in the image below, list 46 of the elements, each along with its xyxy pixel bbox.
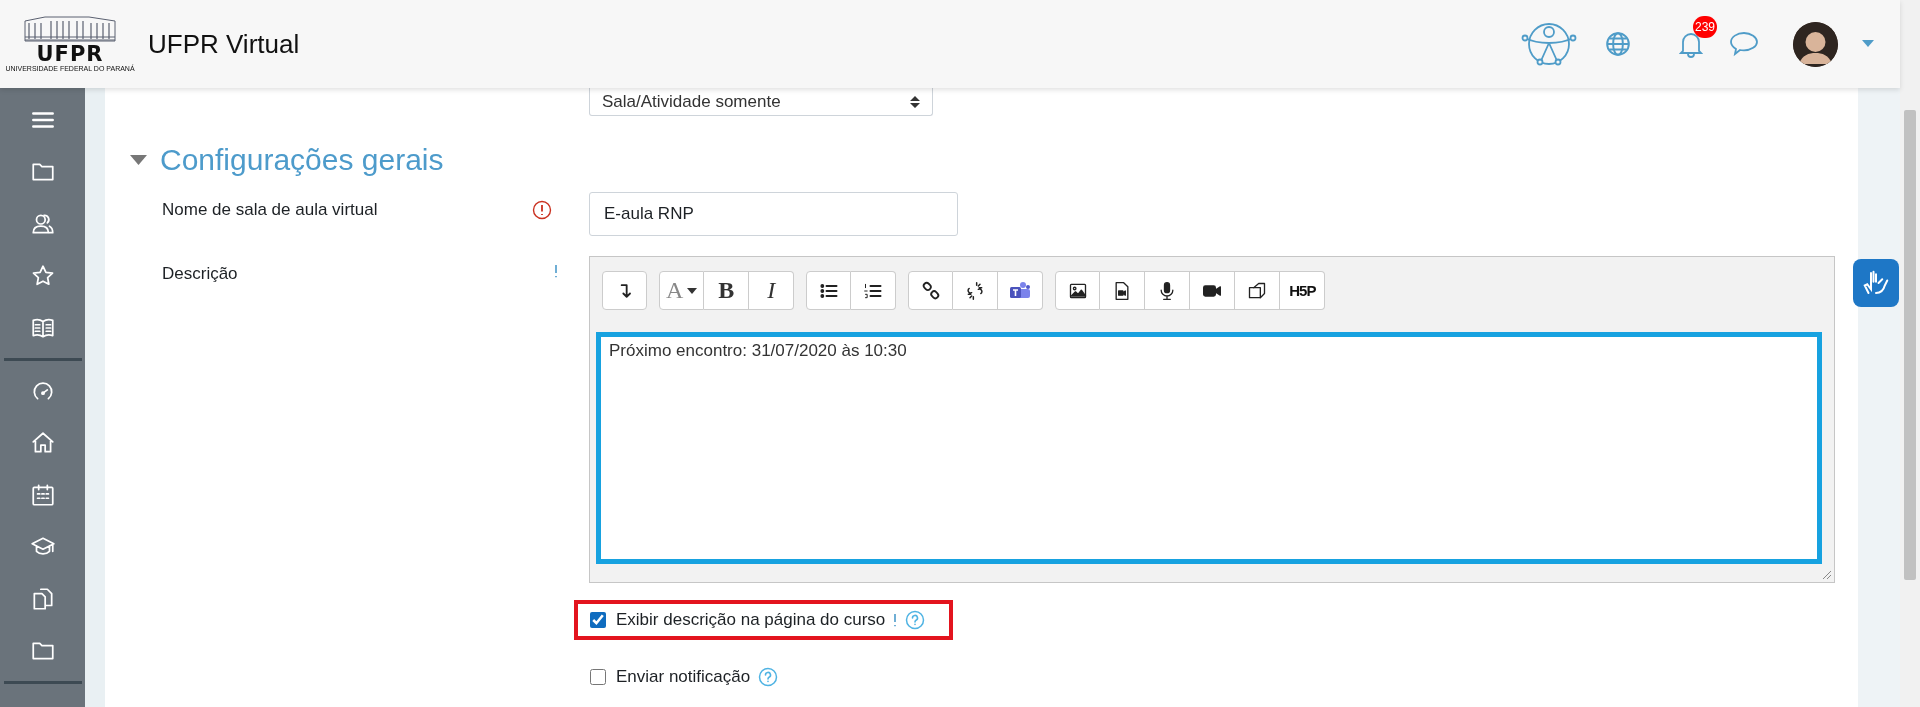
bell-icon[interactable] [1679,30,1703,58]
media-button[interactable] [1100,271,1146,310]
checkbox-label[interactable]: Enviar notificação [616,667,751,687]
collapse-button[interactable] [602,271,647,310]
teams-icon [1009,280,1032,301]
field-label: Descrição [162,263,239,284]
editor-area[interactable]: Próximo encontro: 31/07/2020 às 10:30 [596,332,1822,564]
font-color-button[interactable]: A [659,271,705,310]
scrollbar-thumb[interactable] [1904,110,1916,580]
resize-handle-icon[interactable] [1822,570,1832,580]
italic-button[interactable]: I [749,271,795,310]
user-avatar[interactable] [1793,21,1838,67]
numbered-list-button[interactable] [851,271,897,310]
sign-language-button[interactable] [1853,259,1899,307]
updown-icon [910,94,920,109]
logo-wordmark: UFPR [36,43,104,65]
record-audio-button[interactable] [1145,271,1191,310]
instance-type-select[interactable]: Sala/Atividade somente [589,88,933,116]
calendar-icon [29,482,56,508]
checkbox[interactable] [590,669,606,685]
name-field[interactable]: E-aula RNP [589,192,958,236]
exclamation-icon [554,264,558,278]
bold-button[interactable]: B [704,271,750,310]
globe-icon[interactable] [1605,31,1631,57]
chat-bubble-icon[interactable] [1729,31,1759,57]
collapse-caret-icon[interactable] [130,155,147,165]
chain-link-icon [920,280,941,301]
broken-link-icon [965,280,986,301]
h5p-button[interactable]: H5P [1280,271,1326,310]
unlink-button[interactable] [953,271,999,310]
image-button[interactable] [1055,271,1101,310]
users-icon [29,211,56,237]
teams-button[interactable] [998,271,1044,310]
record-video-button[interactable] [1190,271,1236,310]
notification-badge: 239 [1693,16,1717,38]
caret-down-icon[interactable] [1862,40,1874,48]
copy-button[interactable] [1235,271,1281,310]
field-label: Nome de sala de aula virtual [162,199,379,220]
bullet-list-button[interactable] [806,271,852,310]
h5p-logo: H5P [1289,282,1316,299]
accessibility-icon[interactable] [1521,21,1577,67]
checkbox[interactable] [590,612,606,628]
site-title[interactable]: UFPR Virtual [148,28,300,60]
copy-icon [1247,280,1268,301]
checkbox-label[interactable]: Exibir descrição na página do curso [616,610,886,630]
link-button[interactable] [908,271,954,310]
